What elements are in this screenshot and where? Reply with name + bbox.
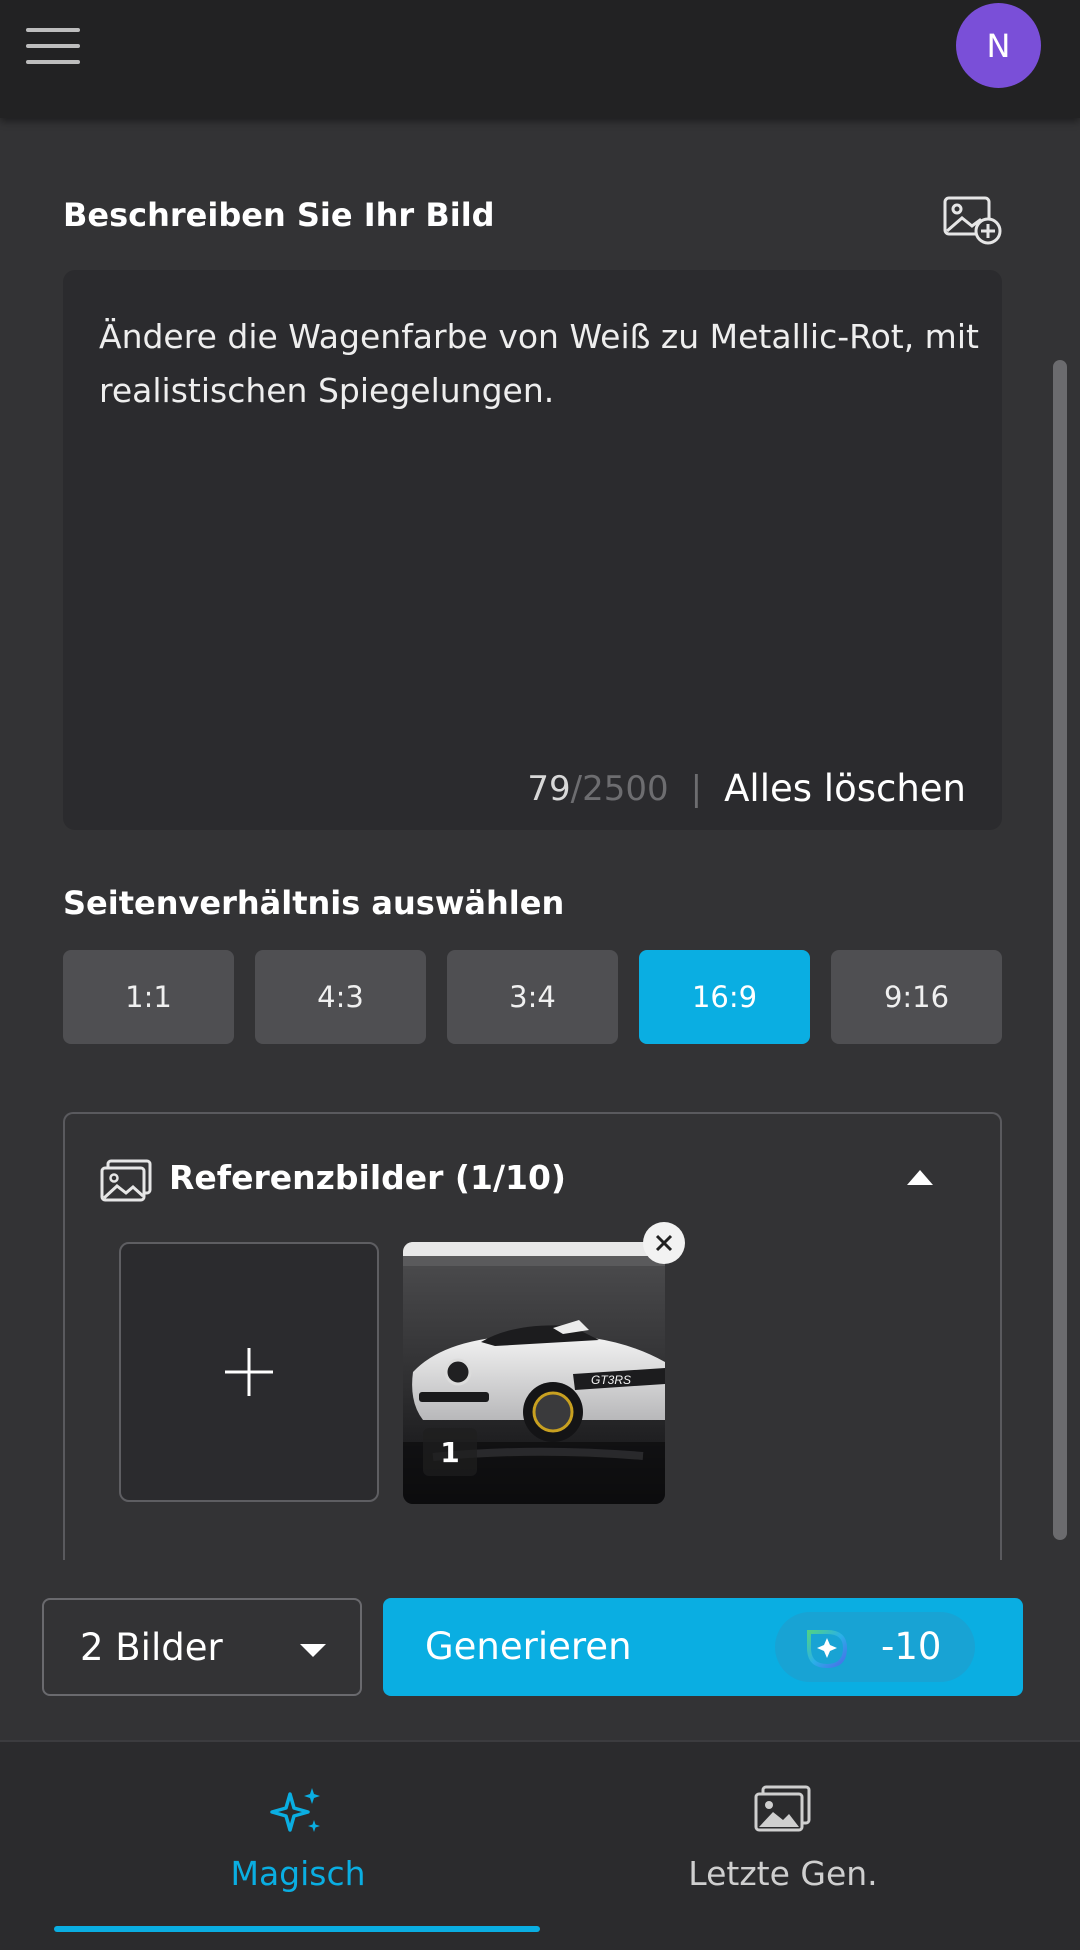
sparkle-credit-icon: [807, 1630, 848, 1669]
avatar[interactable]: N: [956, 3, 1041, 88]
caret-up-icon[interactable]: [907, 1170, 933, 1185]
bottom-nav: Magisch Letzte Gen.: [0, 1740, 1080, 1950]
ratio-button-3-4[interactable]: 3:4: [447, 950, 618, 1044]
svg-text:GT3RS: GT3RS: [591, 1373, 631, 1387]
char-counter-row: 79 /2500 | Alles löschen: [527, 767, 966, 810]
reference-images-title: Referenzbilder (1/10): [169, 1158, 566, 1197]
action-bar: 2 Bilder Generieren -10: [0, 1560, 1080, 1740]
plus-icon: [225, 1348, 273, 1396]
ratio-button-4-3[interactable]: 4:3: [255, 950, 426, 1044]
image-count-value: 2 Bilder: [80, 1625, 223, 1669]
aspect-ratio-options: 1:1 4:3 3:4 16:9 9:16: [63, 950, 1002, 1044]
reference-thumbnail[interactable]: GT3RS 1: [403, 1242, 665, 1504]
char-max: /2500: [570, 768, 669, 809]
scrollbar[interactable]: [1053, 360, 1067, 1540]
image-plus-icon[interactable]: [942, 193, 1004, 247]
ratio-button-9-16[interactable]: 9:16: [831, 950, 1002, 1044]
active-tab-indicator: [54, 1926, 540, 1932]
clear-all-button[interactable]: Alles löschen: [724, 767, 966, 810]
images-icon: [100, 1159, 152, 1202]
sparkles-icon: [270, 1788, 320, 1832]
hamburger-menu-icon[interactable]: [26, 28, 80, 64]
generate-label: Generieren: [425, 1625, 632, 1668]
prompt-section-title: Beschreiben Sie Ihr Bild: [63, 196, 495, 234]
top-bar: N: [0, 0, 1080, 118]
credit-cost: -10: [881, 1625, 942, 1668]
counter-separator: |: [690, 768, 703, 809]
close-icon: [655, 1234, 673, 1252]
aspect-ratio-title: Seitenverhältnis auswählen: [63, 884, 565, 922]
add-reference-button[interactable]: [119, 1242, 379, 1502]
remove-reference-button[interactable]: [643, 1222, 685, 1264]
nav-label-magic: Magisch: [230, 1854, 366, 1893]
prompt-text[interactable]: Ändere die Wagenfarbe von Weiß zu Metall…: [99, 310, 979, 418]
generate-button[interactable]: Generieren -10: [383, 1598, 1023, 1696]
ratio-button-16-9[interactable]: 16:9: [639, 950, 810, 1044]
nav-item-magic[interactable]: Magisch: [53, 1742, 543, 1922]
nav-item-recent[interactable]: Letzte Gen.: [538, 1742, 1028, 1922]
char-count: 79: [527, 768, 571, 809]
ratio-button-1-1[interactable]: 1:1: [63, 950, 234, 1044]
avatar-letter: N: [986, 26, 1011, 65]
reference-badge: 1: [423, 1428, 477, 1476]
chevron-down-icon: [300, 1644, 326, 1657]
gallery-icon: [754, 1785, 811, 1832]
nav-label-recent: Letzte Gen.: [688, 1854, 878, 1893]
reference-images-panel: Referenzbilder (1/10) GT3RS 1: [63, 1112, 1002, 1572]
credit-cost-pill: -10: [775, 1612, 975, 1682]
image-count-select[interactable]: 2 Bilder: [42, 1598, 362, 1696]
prompt-textarea[interactable]: Ändere die Wagenfarbe von Weiß zu Metall…: [63, 270, 1002, 830]
